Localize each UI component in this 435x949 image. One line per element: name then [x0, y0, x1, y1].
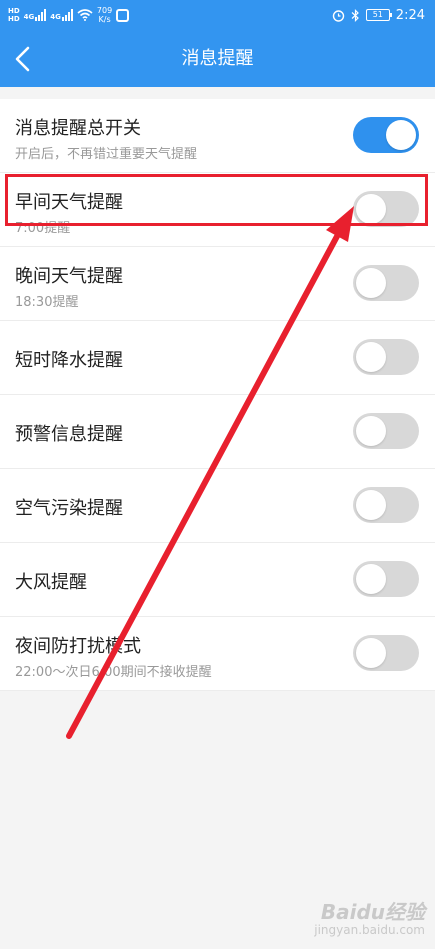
setting-title: 大风提醒	[15, 572, 87, 593]
wifi-icon	[77, 9, 93, 21]
toggle-switch[interactable]	[353, 117, 419, 153]
settings-row: 消息提醒总开关开启后，不再错过重要天气提醒	[0, 99, 435, 173]
setting-title: 空气污染提醒	[15, 498, 123, 519]
signal-2-label: 4G	[50, 13, 61, 21]
setting-title: 短时降水提醒	[15, 350, 123, 371]
battery-icon: 51	[365, 9, 392, 21]
status-right: 51 2:24	[332, 8, 425, 23]
toggle-switch[interactable]	[353, 265, 419, 301]
toggle-knob	[356, 416, 386, 446]
toggle-switch[interactable]	[353, 413, 419, 449]
toggle-switch[interactable]	[353, 635, 419, 671]
setting-title: 消息提醒总开关	[15, 118, 141, 139]
settings-row: 大风提醒	[0, 543, 435, 617]
signal-bars-icon	[35, 9, 47, 21]
setting-subtitle: 18:30提醒	[15, 295, 79, 310]
toggle-switch[interactable]	[353, 487, 419, 523]
settings-row: 晚间天气提醒 18:30提醒	[0, 247, 435, 321]
toggle-switch[interactable]	[353, 339, 419, 375]
signal-1-label: 4G	[23, 13, 35, 21]
toggle-knob	[356, 342, 386, 372]
toggle-knob	[386, 120, 416, 150]
settings-row: 短时降水提醒	[0, 321, 435, 395]
toggle-knob	[356, 268, 386, 298]
setting-title: 预警信息提醒	[15, 424, 123, 445]
battery-level: 51	[372, 10, 383, 19]
setting-title: 夜间防打扰模式	[15, 636, 141, 657]
settings-list: 消息提醒总开关开启后，不再错过重要天气提醒早间天气提醒 7:00提醒晚间天气提醒 1…	[0, 99, 435, 691]
settings-row: 早间天气提醒 7:00提醒	[0, 173, 435, 247]
speed-unit: K/s	[98, 15, 111, 24]
setting-subtitle: 开启后，不再错过重要天气提醒	[15, 147, 198, 162]
speed-value: 709	[96, 6, 113, 15]
toggle-knob	[356, 490, 386, 520]
signal-1: 4G	[24, 9, 47, 21]
status-left: HD HD 4G 4G 709 K/s	[8, 6, 130, 24]
settings-row: 预警信息提醒	[0, 395, 435, 469]
nav-bar: 消息提醒	[0, 30, 435, 87]
watermark-brand: Baidu经验	[320, 900, 425, 924]
setting-title: 早间天气提醒	[15, 192, 123, 213]
network-speed: 709 K/s	[97, 6, 112, 24]
clock: 2:24	[395, 7, 425, 23]
toggle-switch[interactable]	[353, 191, 419, 227]
setting-subtitle: 22:00～次日6:00期间不接收提醒	[15, 665, 212, 680]
settings-row: 夜间防打扰模式 22:00～次日6:00期间不接收提醒	[0, 617, 435, 691]
alarm-icon	[332, 9, 344, 22]
hd-indicator: HD HD	[8, 7, 20, 23]
setting-subtitle: 7:00提醒	[15, 221, 71, 236]
toggle-knob	[356, 638, 386, 668]
page-title: 消息提醒	[181, 48, 254, 69]
watermark-url: jingyan.baidu.com	[314, 923, 425, 937]
status-bar: HD HD 4G 4G 709 K/s 51 2:24	[0, 0, 435, 30]
hd-label-bottom: HD	[8, 15, 20, 23]
bluetooth-icon	[351, 8, 359, 22]
hd-label-top: HD	[8, 7, 20, 15]
toggle-knob	[356, 194, 386, 224]
settings-row: 空气污染提醒	[0, 469, 435, 543]
toggle-switch[interactable]	[353, 561, 419, 597]
signal-2: 4G	[50, 9, 73, 21]
toggle-knob	[356, 564, 386, 594]
watermark: Baidu经验 jingyan.baidu.com	[314, 901, 425, 937]
setting-title: 晚间天气提醒	[15, 266, 123, 287]
signal-bars-icon	[61, 9, 73, 21]
app-notification-icon	[116, 8, 130, 22]
